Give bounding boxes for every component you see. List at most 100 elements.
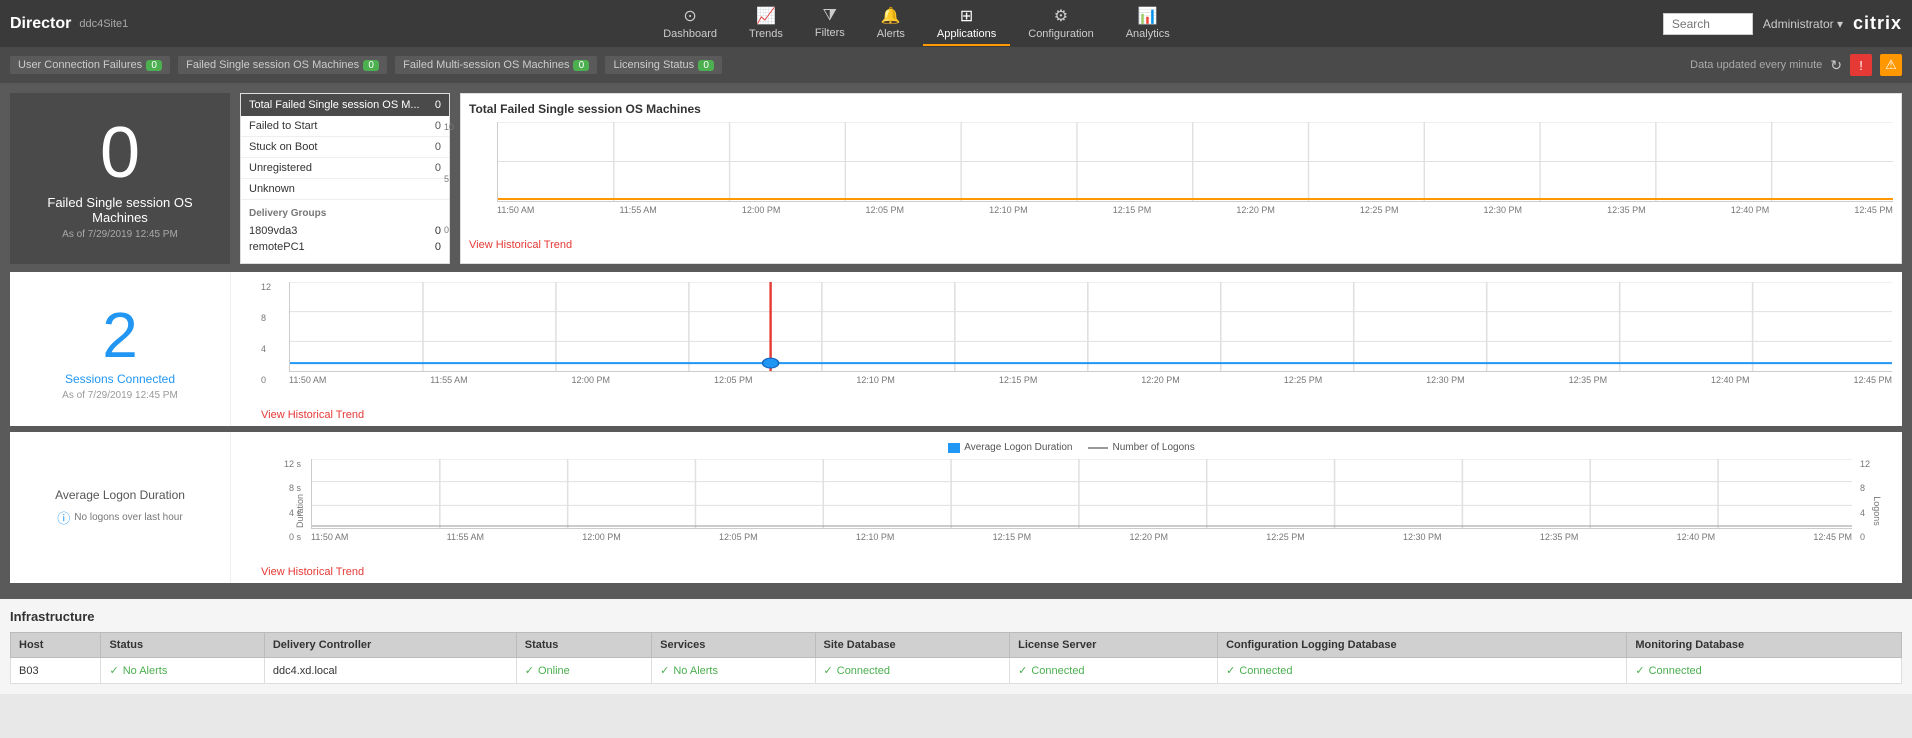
col-site-database: Site Database — [815, 633, 1010, 658]
delivery-group-1809vda3[interactable]: 1809vda3 0 — [249, 223, 441, 239]
delivery-groups-section: Delivery Groups 1809vda3 0 remotePC1 0 — [241, 200, 449, 263]
configuration-icon: ⚙ — [1054, 6, 1068, 26]
citrix-logo: citrix — [1853, 13, 1902, 34]
delivery-groups-title: Delivery Groups — [249, 208, 441, 219]
failed-categories-panel: Total Failed Single session OS M... 0 Fa… — [240, 93, 450, 264]
logon-title: Average Logon Duration — [55, 488, 185, 502]
logon-legend: Average Logon Duration Number of Logons — [261, 442, 1882, 453]
legend-avg-color — [948, 443, 960, 453]
nav-label-dashboard: Dashboard — [663, 28, 717, 40]
chart-x-axis-sessions: 11:50 AM 11:55 AM 12:00 PM 12:05 PM 12:1… — [289, 375, 1892, 385]
warn-badge-red[interactable]: ! — [1850, 54, 1872, 76]
cell-license: ✓ Connected — [1010, 658, 1218, 684]
nav-label-configuration: Configuration — [1028, 28, 1093, 40]
analytics-icon: 📊 — [1138, 6, 1158, 26]
col-services: Services — [652, 633, 815, 658]
admin-label[interactable]: Administrator ▾ — [1763, 17, 1843, 31]
failed-categories-header: Total Failed Single session OS M... 0 — [241, 94, 449, 116]
chip-count-licensing: 0 — [698, 60, 714, 71]
nav-item-alerts[interactable]: 🔔 Alerts — [863, 2, 919, 46]
cell-dc-status: ✓ Online — [516, 658, 651, 684]
logon-chart-area — [311, 459, 1852, 529]
sessions-section: 2 Sessions Connected As of 7/29/2019 12:… — [10, 272, 1902, 426]
search-input[interactable] — [1663, 13, 1753, 35]
failed-chart-area — [497, 122, 1893, 202]
nav-item-trends[interactable]: 📈 Trends — [735, 2, 797, 46]
category-stuck-on-boot[interactable]: Stuck on Boot 0 — [241, 137, 449, 158]
site-name: ddc4Site1 — [79, 18, 128, 30]
infrastructure-section: Infrastructure Host Status Delivery Cont… — [0, 599, 1912, 694]
nav-items: ⊙ Dashboard 📈 Trends ⧩ Filters 🔔 Alerts … — [170, 2, 1663, 46]
alerts-icon: 🔔 — [881, 6, 901, 26]
failed-machines-chart-panel: Total Failed Single session OS Machines … — [460, 93, 1902, 264]
chip-label-licensing: Licensing Status — [613, 59, 694, 71]
warn-badge-orange[interactable]: ⚠ — [1880, 54, 1902, 76]
delivery-group-remotepc1[interactable]: remotePC1 0 — [249, 239, 441, 255]
chip-label-user-connection: User Connection Failures — [18, 59, 142, 71]
data-updated-text: Data updated every minute — [1690, 59, 1822, 71]
check-icon-lic: ✓ — [1018, 664, 1027, 677]
chart-x-axis-failed: 11:50 AM 11:55 AM 12:00 PM 12:05 PM 12:1… — [497, 205, 1893, 215]
nav-item-applications[interactable]: ⊞ Applications — [923, 2, 1010, 46]
nav-item-analytics[interactable]: 📊 Analytics — [1112, 2, 1184, 46]
cell-monitoring-db: ✓ Connected — [1627, 658, 1902, 684]
category-failed-to-start[interactable]: Failed to Start 0 — [241, 116, 449, 137]
view-historical-failed[interactable]: View Historical Trend — [469, 239, 572, 251]
nav-item-configuration[interactable]: ⚙ Configuration — [1014, 2, 1107, 46]
view-historical-sessions[interactable]: View Historical Trend — [261, 409, 364, 421]
view-historical-logon[interactable]: View Historical Trend — [261, 566, 364, 578]
check-icon: ✓ — [109, 664, 118, 677]
col-delivery-controller: Delivery Controller — [264, 633, 516, 658]
check-icon-dc: ✓ — [525, 664, 534, 677]
failed-total-label: Total Failed Single session OS M... — [249, 99, 420, 111]
check-icon-mondb: ✓ — [1635, 664, 1644, 677]
chart-y-left: 12 s 8 s 4 s 0 s — [261, 459, 305, 542]
applications-icon: ⊞ — [960, 6, 973, 26]
category-unregistered[interactable]: Unregistered 0 — [241, 158, 449, 179]
failed-machines-stat: 0 Failed Single session OS Machines As o… — [10, 93, 230, 264]
chip-count-failed-multi: 0 — [573, 60, 589, 71]
col-monitoring-db: Monitoring Database — [1627, 633, 1902, 658]
col-license-server: License Server — [1010, 633, 1218, 658]
check-icon-sitedb: ✓ — [824, 664, 833, 677]
col-host: Host — [11, 633, 101, 658]
chip-label-failed-single: Failed Single session OS Machines — [186, 59, 359, 71]
chip-count-user-connection: 0 — [146, 60, 162, 71]
chart-x-axis-logon: 11:50 AM 11:55 AM 12:00 PM 12:05 PM 12:1… — [311, 532, 1852, 542]
sessions-chart-area — [289, 282, 1892, 372]
nav-label-filters: Filters — [815, 27, 845, 39]
brand-logo: Director ddc4Site1 — [10, 15, 170, 33]
category-unknown[interactable]: Unknown — [241, 179, 449, 200]
legend-num-logons: Number of Logons — [1088, 442, 1194, 453]
dashboard-icon: ⊙ — [683, 6, 696, 26]
info-icon: ⓘ — [57, 508, 70, 527]
chart-y-axis: 10 5 0 — [444, 122, 454, 235]
filters-icon: ⧩ — [823, 7, 837, 25]
chart-title: Total Failed Single session OS Machines — [469, 102, 1893, 116]
cell-host: B03 — [11, 658, 101, 684]
refresh-icon[interactable]: ↻ — [1830, 57, 1842, 74]
app-name: Director — [10, 15, 71, 33]
nav-label-alerts: Alerts — [877, 28, 905, 40]
sessions-stat: 2 Sessions Connected As of 7/29/2019 12:… — [10, 272, 230, 426]
chip-user-connection-failures[interactable]: User Connection Failures 0 — [10, 56, 170, 74]
main-content: 0 Failed Single session OS Machines As o… — [0, 83, 1912, 599]
chip-failed-multi-session[interactable]: Failed Multi-session OS Machines 0 — [395, 56, 597, 74]
logon-stat: Average Logon Duration ⓘ No logons over … — [10, 432, 230, 583]
alert-bar: User Connection Failures 0 Failed Single… — [0, 47, 1912, 83]
chip-failed-single-session[interactable]: Failed Single session OS Machines 0 — [178, 56, 387, 74]
col-status: Status — [101, 633, 264, 658]
col-dc-status: Status — [516, 633, 651, 658]
failed-label: Failed Single session OS Machines — [20, 195, 220, 225]
legend-num-label: Number of Logons — [1112, 442, 1194, 453]
nav-item-dashboard[interactable]: ⊙ Dashboard — [649, 2, 731, 46]
table-row: B03 ✓ No Alerts ddc4.xd.local ✓ Online — [11, 658, 1902, 684]
infrastructure-table: Host Status Delivery Controller Status S… — [10, 632, 1902, 684]
top-navigation: Director ddc4Site1 ⊙ Dashboard 📈 Trends … — [0, 0, 1912, 47]
nav-label-trends: Trends — [749, 28, 783, 40]
cell-status: ✓ No Alerts — [101, 658, 264, 684]
nav-label-analytics: Analytics — [1126, 28, 1170, 40]
no-logons-text: No logons over last hour — [74, 512, 182, 523]
nav-item-filters[interactable]: ⧩ Filters — [801, 3, 859, 45]
chip-licensing-status[interactable]: Licensing Status 0 — [605, 56, 722, 74]
